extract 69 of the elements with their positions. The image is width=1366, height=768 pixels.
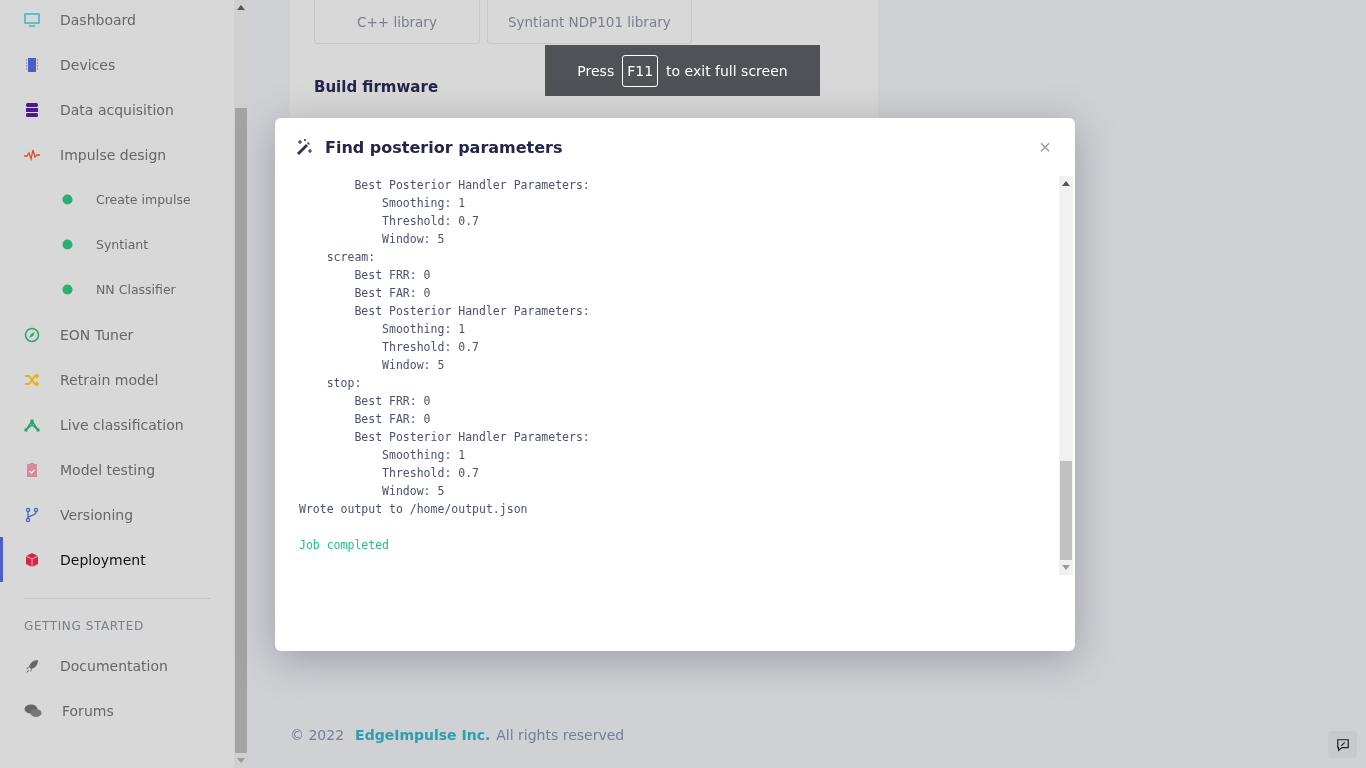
- log-line: Best Posterior Handler Parameters:: [353, 303, 591, 320]
- nav-item[interactable]: Versioning: [0, 492, 234, 537]
- nav-item[interactable]: Model testing: [0, 447, 234, 492]
- status-dot-icon: [62, 194, 73, 205]
- log-line: Threshold: 0.7: [381, 339, 480, 356]
- log-line: Window: 5: [381, 357, 446, 374]
- cube-icon: [24, 551, 40, 568]
- nav-subitem[interactable]: NN Classifier: [0, 267, 234, 312]
- nav-item[interactable]: Retrain model: [0, 357, 234, 402]
- log-line: Best Posterior Handler Parameters:: [353, 429, 591, 446]
- scroll-down-icon[interactable]: [237, 758, 245, 763]
- section-title: Build firmware: [314, 78, 440, 96]
- notice-text: to exit full screen: [666, 62, 788, 79]
- log-line: Smoothing: 1: [381, 321, 467, 338]
- nav-item[interactable]: Impulse design: [0, 132, 234, 177]
- scrollbar[interactable]: [1059, 176, 1073, 575]
- log-line: Best Posterior Handler Parameters:: [353, 177, 591, 194]
- nav-item[interactable]: Dashboard: [0, 0, 234, 42]
- log-line: Wrote output to /home/output.json: [299, 501, 529, 518]
- log-line: Window: 5: [381, 231, 446, 248]
- log-line: Threshold: 0.7: [381, 465, 480, 482]
- nav-subitem[interactable]: Syntiant: [0, 222, 234, 267]
- scroll-up-icon[interactable]: [1062, 181, 1070, 186]
- scroll-thumb[interactable]: [235, 108, 247, 753]
- branch-icon: [24, 506, 40, 523]
- rights-text: All rights reserved: [496, 727, 625, 743]
- clipboard-icon: [24, 461, 40, 478]
- log-line: Smoothing: 1: [381, 195, 467, 212]
- library-option[interactable]: Syntiant NDP101 library: [487, 0, 692, 44]
- log-line: Best FAR: 0: [353, 411, 432, 428]
- nav-subitem[interactable]: Create impulse: [0, 177, 234, 222]
- chip-icon: [24, 56, 40, 73]
- log-line: Window: 5: [381, 483, 446, 500]
- nav-link[interactable]: Forums: [0, 688, 234, 733]
- scroll-down-icon[interactable]: [1062, 565, 1070, 570]
- compass-icon: [24, 326, 40, 343]
- magic-wand-icon: [295, 138, 313, 156]
- key-label: F11: [622, 54, 659, 87]
- log-line: Smoothing: 1: [381, 447, 467, 464]
- log-line: stop:: [325, 375, 363, 392]
- feedback-icon: [1335, 737, 1350, 752]
- nav-link[interactable]: Documentation: [0, 643, 234, 688]
- nav-item[interactable]: Live classification: [0, 402, 234, 447]
- modal-title: Find posterior parameters: [325, 137, 564, 157]
- log-line: scream:: [325, 249, 377, 266]
- monitor-icon: [24, 11, 40, 28]
- feedback-button[interactable]: [1328, 731, 1357, 758]
- log-line: Best FAR: 0: [353, 285, 432, 302]
- log-line: Best FRR: 0: [353, 267, 432, 284]
- log-status-line: Job completed: [299, 537, 390, 554]
- log-line: Threshold: 0.7: [381, 213, 480, 230]
- status-dot-icon: [62, 239, 73, 250]
- status-dot-icon: [62, 284, 73, 295]
- copyright-text: © 2022: [290, 727, 345, 743]
- nav-item[interactable]: Devices: [0, 42, 234, 87]
- chat-icon: [24, 702, 42, 719]
- scroll-up-icon[interactable]: [237, 5, 245, 10]
- scroll-thumb[interactable]: [1060, 461, 1072, 560]
- scrollbar[interactable]: [234, 0, 248, 768]
- shuffle-icon: [24, 371, 40, 388]
- log-line: Best FRR: 0: [353, 393, 432, 410]
- section-heading: GETTING STARTED: [23, 618, 145, 635]
- nav-item[interactable]: Data acquisition: [0, 87, 234, 132]
- library-option[interactable]: C++ library: [314, 0, 480, 44]
- notice-text: Press: [577, 62, 615, 79]
- rocket-icon: [24, 657, 40, 674]
- close-button[interactable]: ×: [1035, 135, 1055, 159]
- database-icon: [24, 101, 40, 118]
- nav-item[interactable]: EON Tuner: [0, 312, 234, 357]
